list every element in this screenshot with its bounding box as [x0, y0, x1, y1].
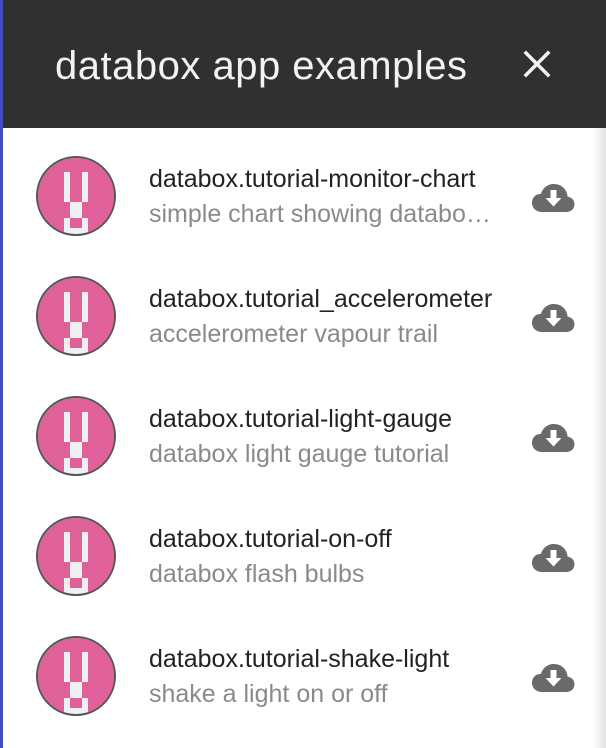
app-text: databox.tutorial-light-gauge databox lig… — [149, 402, 499, 472]
app-avatar — [34, 394, 118, 478]
app-identicon — [36, 156, 116, 236]
app-text: databox.tutorial-on-off databox flash bu… — [149, 522, 499, 592]
app-avatar — [34, 634, 118, 718]
app-name: databox.tutorial-on-off — [149, 525, 392, 553]
download-button[interactable] — [530, 540, 576, 574]
cloud-download-icon — [532, 544, 575, 572]
app-name: databox.tutorial-monitor-chart — [149, 165, 476, 193]
close-icon — [523, 50, 551, 78]
app-identicon — [36, 636, 116, 716]
app-name: databox.tutorial-light-gauge — [149, 405, 452, 433]
list-item[interactable]: databox.tutorial-monitor-chart simple ch… — [3, 128, 606, 248]
app-description: simple chart showing databox monitor dat… — [149, 200, 499, 228]
cloud-download-icon — [532, 664, 575, 692]
download-button[interactable] — [530, 660, 576, 694]
app-avatar — [34, 154, 118, 238]
cloud-download-icon — [532, 304, 575, 332]
app-list: databox.tutorial-monitor-chart simple ch… — [3, 128, 606, 728]
dialog-title: databox app examples — [55, 44, 468, 88]
app-description: databox light gauge tutorial — [149, 440, 450, 468]
dialog-header: databox app examples — [3, 0, 606, 128]
list-item[interactable]: databox.tutorial-light-gauge databox lig… — [3, 368, 606, 488]
app-avatar — [34, 514, 118, 598]
app-examples-dialog: databox app examples databox.tutorial-mo… — [0, 0, 606, 748]
app-text: databox.tutorial-shake-light shake a lig… — [149, 642, 499, 712]
download-button[interactable] — [530, 420, 576, 454]
close-button[interactable] — [515, 42, 559, 86]
app-text: databox.tutorial-monitor-chart simple ch… — [149, 162, 499, 232]
app-avatar — [34, 274, 118, 358]
app-description: shake a light on or off — [149, 680, 388, 708]
app-description: accelerometer vapour trail — [149, 320, 439, 348]
download-button[interactable] — [530, 300, 576, 334]
app-description: databox flash bulbs — [149, 560, 365, 588]
download-button[interactable] — [530, 180, 576, 214]
app-name: databox.tutorial_accelerometer — [149, 285, 493, 313]
list-item[interactable]: databox.tutorial-on-off databox flash bu… — [3, 488, 606, 608]
list-item[interactable]: databox.tutorial_accelerometer accelerom… — [3, 248, 606, 368]
app-text: databox.tutorial_accelerometer accelerom… — [149, 282, 499, 352]
cloud-download-icon — [532, 424, 575, 452]
app-identicon — [36, 516, 116, 596]
app-identicon — [36, 276, 116, 356]
app-name: databox.tutorial-shake-light — [149, 645, 450, 673]
cloud-download-icon — [532, 184, 575, 212]
app-identicon — [36, 396, 116, 476]
list-item[interactable]: databox.tutorial-shake-light shake a lig… — [3, 608, 606, 728]
